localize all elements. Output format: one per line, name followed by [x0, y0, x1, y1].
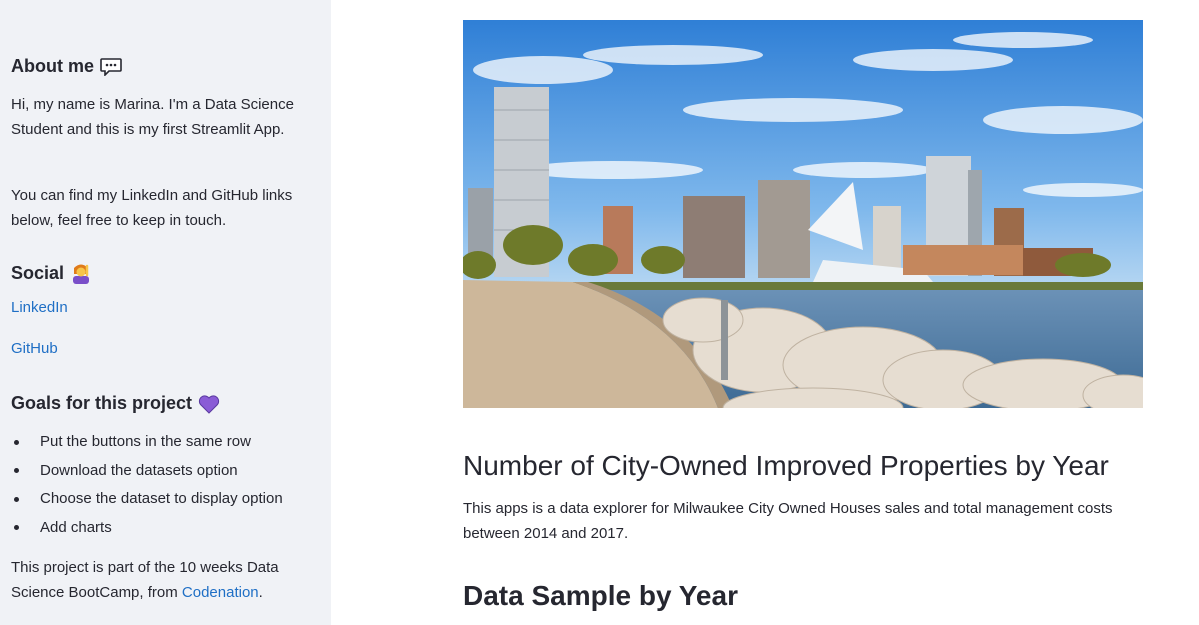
list-item: Choose the dataset to display option — [11, 485, 283, 514]
milwaukee-skyline-image — [463, 20, 1143, 408]
goals-list: Put the buttons in the same row Download… — [11, 428, 283, 542]
goal-item-text: Choose the dataset to display option — [40, 490, 283, 507]
linkedin-link[interactable]: LinkedIn — [11, 299, 68, 316]
bullet-icon — [14, 525, 19, 531]
person-raising-hand-icon — [73, 264, 90, 284]
goals-heading: Goals for this project — [11, 393, 220, 414]
goal-item-text: Download the datasets option — [40, 461, 238, 479]
goal-item-text: Put the buttons in the same row — [40, 433, 251, 450]
bullet-icon — [14, 496, 19, 502]
bootcamp-text-suffix: . — [258, 584, 263, 601]
bullet-icon — [14, 468, 19, 474]
section-heading: Data Sample by Year — [463, 580, 738, 611]
goal-item-text: Add charts — [40, 518, 112, 536]
list-item: Add charts — [11, 514, 283, 543]
about-heading: About me — [11, 56, 122, 77]
about-contact-text: You can find my LinkedIn and GitHub link… — [11, 187, 293, 229]
app-description: This apps is a data explorer for Milwauk… — [463, 500, 1113, 542]
bullet-icon — [14, 439, 19, 445]
codenation-link[interactable]: Codenation — [182, 584, 259, 601]
about-intro-text: Hi, my name is Marina. I'm a Data Scienc… — [11, 96, 294, 138]
social-heading: Social — [11, 262, 92, 284]
speech-bubble-icon — [100, 58, 122, 76]
skyline-illustration — [463, 20, 1143, 408]
about-heading-label: About me — [11, 56, 94, 76]
bootcamp-text: This project is part of the 10 weeks Dat… — [11, 555, 306, 605]
goals-heading-label: Goals for this project — [11, 393, 193, 413]
page-title: Number of City-Owned Improved Properties… — [463, 450, 1109, 481]
purple-heart-icon — [198, 394, 220, 414]
list-item: Download the datasets option — [11, 457, 283, 486]
sidebar: About me Hi, my name is Marina. I'm a Da… — [0, 0, 331, 625]
github-link[interactable]: GitHub — [11, 340, 58, 357]
list-item: Put the buttons in the same row — [11, 428, 283, 457]
social-heading-label: Social — [11, 262, 65, 283]
